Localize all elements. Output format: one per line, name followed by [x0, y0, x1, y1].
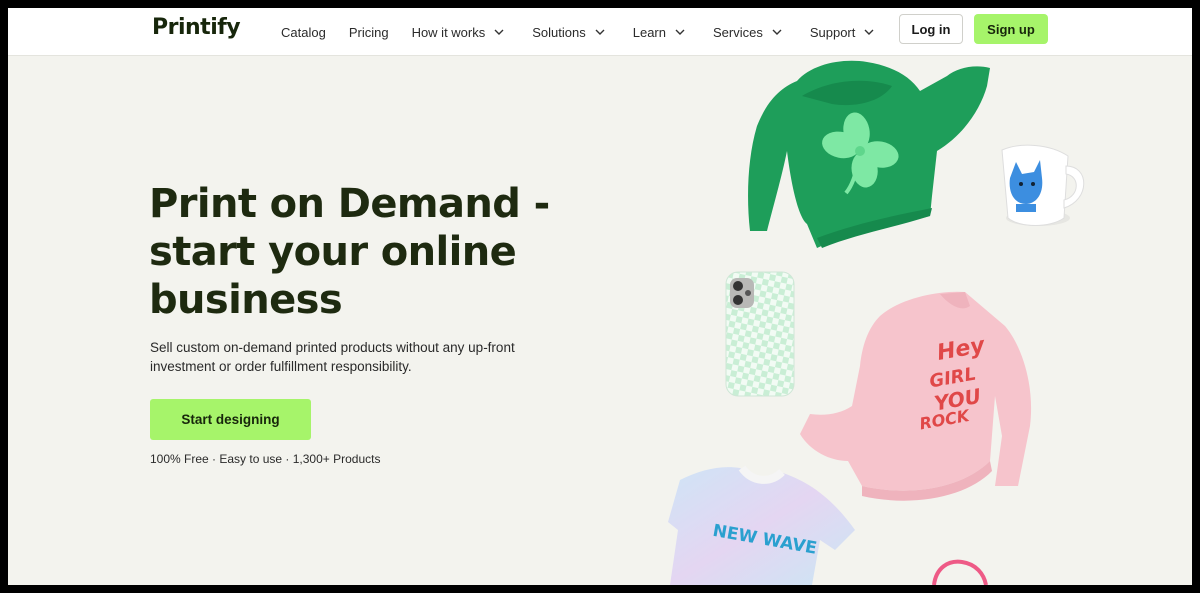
nav-label: Pricing — [348, 24, 389, 40]
feature-list: 100% Free · Easy to use · 1,300+ Product… — [150, 452, 381, 466]
nav-pricing[interactable]: Pricing — [349, 25, 389, 40]
page: Printify Catalog Pricing How it works So… — [8, 8, 1192, 585]
hero-subtitle-line: Sell custom on-demand printed products w… — [150, 340, 515, 355]
tshirt-image: NEW WAVE — [660, 460, 860, 585]
nav-catalog[interactable]: Catalog — [281, 25, 326, 40]
chevron-down-icon — [675, 29, 685, 35]
nav-solutions[interactable]: Solutions — [532, 24, 605, 40]
hero-subtitle: Sell custom on-demand printed products w… — [150, 338, 550, 376]
nav-how-it-works[interactable]: How it works — [412, 25, 505, 40]
nav-label: Learn — [632, 24, 666, 40]
signup-button[interactable]: Sign up — [974, 14, 1048, 44]
login-button[interactable]: Log in — [899, 14, 963, 44]
nav-support[interactable]: Support — [810, 25, 875, 40]
nav-label: Catalog — [281, 24, 326, 40]
hero-title: Print on Demand - start your online busi… — [149, 180, 569, 324]
hero-subtitle-line: investment or order fulfillment responsi… — [150, 359, 412, 374]
hero-title-line: Print on Demand - — [149, 181, 550, 227]
chevron-down-icon — [494, 29, 504, 35]
mug-image — [990, 138, 1090, 233]
bag-strap-image — [926, 556, 996, 585]
nav-services[interactable]: Services — [713, 25, 782, 40]
chevron-down-icon — [772, 29, 782, 35]
hoodie-image — [742, 56, 992, 256]
nav-label: Solutions — [532, 24, 586, 40]
start-designing-button[interactable]: Start designing — [150, 399, 311, 440]
printify-logo[interactable]: Printify — [152, 15, 241, 40]
nav-label: Support — [809, 24, 856, 40]
nav-label: Services — [712, 24, 763, 40]
nav-learn[interactable]: Learn — [633, 25, 685, 40]
top-navbar: Printify Catalog Pricing How it works So… — [8, 8, 1192, 56]
hero-title-line: business — [149, 277, 343, 323]
nav-label: How it works — [411, 24, 486, 40]
chevron-down-icon — [595, 29, 605, 35]
hero-title-line: start your online — [149, 229, 517, 275]
chevron-down-icon — [864, 29, 874, 35]
main-nav: Catalog Pricing How it works Solutions L… — [281, 8, 874, 56]
